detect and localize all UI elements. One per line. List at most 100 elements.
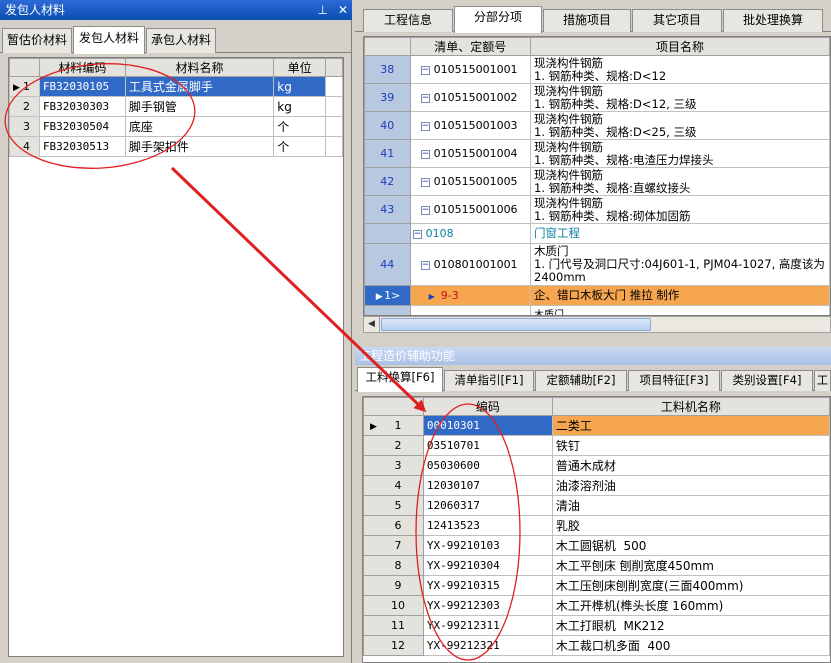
row-number[interactable]: ▶ 1 (363, 415, 424, 436)
material-unit[interactable]: 个 (273, 136, 327, 157)
collapse-icon[interactable]: − (420, 205, 430, 215)
row-number[interactable]: 11 (363, 615, 424, 636)
close-icon[interactable]: ✕ (338, 0, 348, 20)
tab-material-convert[interactable]: 工料换算[F6] (357, 367, 443, 392)
scrollbar-thumb[interactable] (381, 318, 651, 331)
table-row[interactable]: 44 −010801001001 木质门 1. 门代号及洞口尺寸:04J601-… (364, 243, 830, 286)
tab-zangujia[interactable]: 暂估价材料 (2, 28, 72, 53)
row-number[interactable]: 12 (363, 635, 424, 656)
table-row[interactable]: 2 03510701 铁钉 (363, 435, 830, 456)
row-number[interactable]: 3 (9, 116, 40, 137)
bill-name[interactable]: 现浇构件钢筋 1. 钢筋种类、规格:电渣压力焊接头 (530, 139, 830, 168)
resource-name[interactable]: 木工打眼机 MK212 (551, 615, 830, 636)
quota-row-selected[interactable]: ▶ 1> ▶ 9-3 企、错口木板大门 推拉 制作 (364, 285, 830, 306)
tab-item-features[interactable]: 项目特征[F3] (628, 370, 720, 391)
material-unit[interactable]: kg (273, 96, 327, 117)
resource-code[interactable]: 12030107 (422, 475, 553, 496)
resource-name[interactable]: 二类工 (551, 415, 830, 436)
row-number[interactable]: 42 (364, 167, 411, 196)
collapse-icon[interactable]: − (412, 229, 422, 239)
resource-name[interactable]: 油漆溶剂油 (551, 475, 830, 496)
column-header[interactable]: 材料编码 (38, 58, 126, 77)
resource-code[interactable]: 12060317 (422, 495, 553, 516)
material-name[interactable]: 工具式金属脚手 (124, 76, 275, 97)
tab-category-settings[interactable]: 类别设置[F4] (721, 370, 813, 391)
bill-name[interactable]: 现浇构件钢筋 1. 钢筋种类、规格:直螺纹接头 (530, 167, 830, 196)
bill-code[interactable]: −010801001001 (409, 243, 532, 286)
resource-code[interactable]: 05030600 (422, 455, 553, 476)
material-unit[interactable]: kg (273, 76, 327, 97)
table-row[interactable]: 5 12060317 清油 (363, 495, 830, 516)
table-row-partial[interactable]: 木质门 (364, 305, 830, 315)
table-row[interactable]: ▶ 1 00010301 二类工 (363, 415, 830, 436)
column-header[interactable]: 清单、定额号 (409, 37, 532, 56)
table-row[interactable]: 39 −010515001002 现浇构件钢筋 1. 钢筋种类、规格:D<12,… (364, 83, 830, 112)
row-number[interactable]: 44 (364, 243, 411, 286)
row-number[interactable] (364, 223, 411, 244)
row-number[interactable]: 40 (364, 111, 411, 140)
tab-bill-guide[interactable]: 清单指引[F1] (444, 370, 534, 391)
tab-project-info[interactable]: 工程信息 (363, 9, 453, 32)
row-number[interactable]: ▶ 1 (9, 76, 40, 97)
row-number[interactable]: 9 (363, 575, 424, 596)
bill-name[interactable]: 现浇构件钢筋 1. 钢筋种类、规格:D<12 (530, 55, 830, 84)
resource-name[interactable]: 木工裁口机多面 400 (551, 635, 830, 656)
table-row[interactable]: ▶ 1 FB32030105 工具式金属脚手 kg (9, 76, 343, 97)
bill-name[interactable]: 木质门 1. 门代号及洞口尺寸:04J601-1, PJM04-1027, 高度… (530, 243, 830, 286)
row-number[interactable]: 4 (363, 475, 424, 496)
section-code[interactable]: −0108 (409, 223, 532, 244)
row-number[interactable]: 8 (363, 555, 424, 576)
table-row[interactable]: 41 −010515001004 现浇构件钢筋 1. 钢筋种类、规格:电渣压力焊… (364, 139, 830, 168)
material-code[interactable]: FB32030504 (38, 116, 126, 137)
horizontal-scrollbar[interactable]: ◀ (363, 316, 831, 333)
resource-name[interactable]: 木工开榫机(榫头长度 160mm) (551, 595, 830, 616)
resource-code[interactable]: YX-99210103 (422, 535, 553, 556)
tab-measures[interactable]: 措施项目 (543, 9, 631, 32)
column-header[interactable]: 项目名称 (530, 37, 830, 56)
resource-code[interactable]: YX-99212303 (422, 595, 553, 616)
table-row[interactable]: 38 −010515001001 现浇构件钢筋 1. 钢筋种类、规格:D<12 (364, 55, 830, 84)
bill-code[interactable]: −010515001003 (409, 111, 532, 140)
column-header[interactable]: 单位 (273, 58, 327, 77)
quota-code[interactable]: ▶ 9-3 (409, 285, 532, 306)
resource-name[interactable]: 木工圆锯机 500 (551, 535, 830, 556)
column-header[interactable]: 工料机名称 (551, 397, 830, 416)
collapse-icon[interactable]: − (420, 149, 430, 159)
resource-name[interactable]: 木工平刨床 刨削宽度450mm (551, 555, 830, 576)
table-row[interactable]: 10 YX-99212303 木工开榫机(榫头长度 160mm) (363, 595, 830, 616)
resource-code[interactable]: YX-99210315 (422, 575, 553, 596)
bill-name[interactable]: 现浇构件钢筋 1. 钢筋种类、规格:D<25, 三级 (530, 111, 830, 140)
resource-name[interactable]: 铁钉 (551, 435, 830, 456)
table-row[interactable]: 4 12030107 油漆溶剂油 (363, 475, 830, 496)
row-number[interactable]: 43 (364, 195, 411, 224)
pin-icon[interactable]: ⊥ (317, 0, 327, 20)
scroll-left-icon[interactable]: ◀ (364, 317, 380, 332)
bill-code[interactable]: −010515001002 (409, 83, 532, 112)
tab-sub-items[interactable]: 分部分项 (454, 6, 542, 33)
tab-batch-convert[interactable]: 批处理换算 (723, 9, 823, 32)
resource-name[interactable]: 乳胶 (551, 515, 830, 536)
bill-name[interactable]: 现浇构件钢筋 1. 钢筋种类、规格:砌体加固筋 (530, 195, 830, 224)
table-row[interactable]: 43 −010515001006 现浇构件钢筋 1. 钢筋种类、规格:砌体加固筋 (364, 195, 830, 224)
resource-name[interactable]: 木工压刨床刨削宽度(三面400mm) (551, 575, 830, 596)
row-number[interactable]: 5 (363, 495, 424, 516)
row-number[interactable]: ▶ 1> (364, 285, 411, 306)
bill-code[interactable]: −010515001001 (409, 55, 532, 84)
tab-chengbaoren[interactable]: 承包人材料 (146, 28, 216, 53)
tab-other-items[interactable]: 其它项目 (632, 9, 722, 32)
tab-fabaoren[interactable]: 发包人材料 (73, 26, 145, 54)
collapse-icon[interactable]: − (420, 260, 430, 270)
bill-code[interactable]: −010515001004 (409, 139, 532, 168)
table-row[interactable]: 3 05030600 普通木成材 (363, 455, 830, 476)
collapse-icon[interactable]: − (420, 65, 430, 75)
resource-code[interactable]: YX-99210304 (422, 555, 553, 576)
column-header[interactable]: 材料名称 (124, 58, 275, 77)
table-row[interactable]: 12 YX-99212321 木工裁口机多面 400 (363, 635, 830, 656)
tab-more[interactable]: 工 (814, 370, 831, 391)
row-number[interactable]: 2 (363, 435, 424, 456)
resource-code[interactable]: 00010301 (422, 415, 553, 436)
collapse-icon[interactable]: − (420, 93, 430, 103)
row-number[interactable]: 4 (9, 136, 40, 157)
tab-quota-aid[interactable]: 定额辅助[F2] (535, 370, 627, 391)
material-name[interactable]: 脚手架扣件 (124, 136, 275, 157)
